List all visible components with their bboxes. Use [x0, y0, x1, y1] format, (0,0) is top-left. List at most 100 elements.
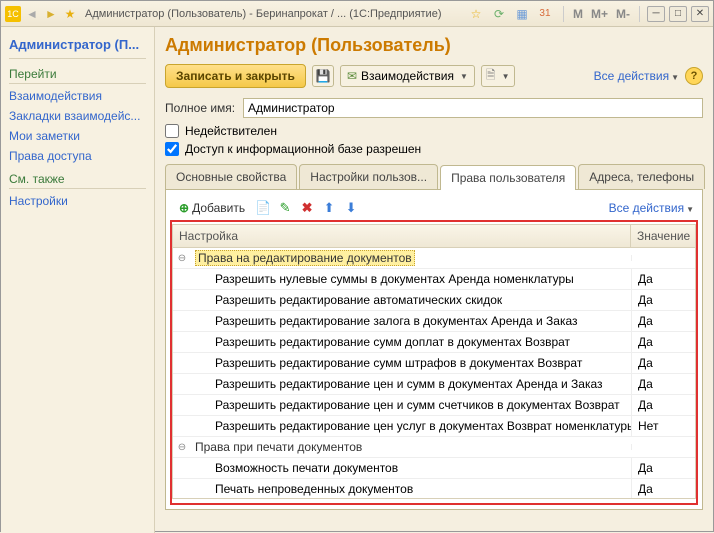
- row-name: Печать непроведенных документов: [211, 479, 631, 498]
- sidebar-link-settings[interactable]: Настройки: [9, 191, 146, 211]
- sidebar-link-access[interactable]: Права доступа: [9, 146, 146, 166]
- fullname-row: Полное имя:: [165, 98, 703, 118]
- sidebar-section-seealso: См. также: [9, 166, 146, 189]
- toggle-icon[interactable]: ⊖: [173, 253, 191, 264]
- row-name: Разрешить редактирование цен и сумм счет…: [211, 395, 631, 415]
- row-value: Да: [631, 374, 695, 394]
- panel-all-actions[interactable]: Все действия▼: [609, 201, 694, 215]
- calendar-icon[interactable]: 31: [537, 6, 553, 22]
- row-value: Нет: [631, 416, 695, 436]
- row-name: Разрешить редактирование цен услуг в док…: [211, 416, 631, 436]
- table-row[interactable]: Разрешить редактирование сумм доплат в д…: [173, 332, 695, 353]
- table-row[interactable]: Разрешить редактирование цен и сумм счет…: [173, 395, 695, 416]
- history-icon[interactable]: ⟳: [491, 6, 507, 22]
- window-title: Администратор (Пользователь) - Беринапро…: [85, 8, 468, 20]
- table-row[interactable]: Возможность печати документовДа: [173, 458, 695, 479]
- calc-icon[interactable]: ▦: [514, 6, 530, 22]
- panel-toolbar: ⊕Добавить 📄 ✎ ✖ ⬆ ⬇ Все действия▼: [172, 196, 696, 224]
- tab-user-settings[interactable]: Настройки пользов...: [299, 164, 438, 189]
- mplus-icon[interactable]: M+: [589, 7, 610, 21]
- sidebar-heading: Администратор (П...: [9, 33, 146, 59]
- tab-user-rights[interactable]: Права пользователя: [440, 165, 576, 190]
- row-value: Да: [631, 311, 695, 331]
- row-name: Разрешить редактирование автоматических …: [211, 290, 631, 310]
- inactive-label: Недействителен: [185, 124, 277, 138]
- move-up-icon[interactable]: ⬆: [320, 199, 338, 217]
- row-name: Разрешить редактирование сумм доплат в д…: [211, 332, 631, 352]
- help-icon[interactable]: ?: [685, 67, 703, 85]
- tab-main-props[interactable]: Основные свойства: [165, 164, 297, 189]
- m-icon[interactable]: M: [571, 7, 585, 21]
- row-name: Разрешить редактирование цен и сумм в до…: [211, 374, 631, 394]
- star-icon[interactable]: ★: [62, 6, 78, 22]
- main-toolbar: Записать и закрыть 💾 ✉ Взаимодействия ▼ …: [165, 64, 703, 88]
- rights-grid: Настройка Значение ⊖Права на редактирова…: [172, 224, 696, 499]
- tab-addresses[interactable]: Адреса, телефоны: [578, 164, 705, 189]
- table-row[interactable]: Разрешить редактирование сумм штрафов в …: [173, 353, 695, 374]
- table-row[interactable]: Разрешить нулевые суммы в документах Аре…: [173, 269, 695, 290]
- edit-icon[interactable]: ✎: [276, 199, 294, 217]
- maximize-button[interactable]: □: [669, 6, 687, 22]
- close-button[interactable]: ✕: [691, 6, 709, 22]
- delete-icon[interactable]: ✖: [298, 199, 316, 217]
- row-name: Разрешить редактирование залога в докуме…: [211, 311, 631, 331]
- fav-icon[interactable]: ☆: [468, 6, 484, 22]
- page-title: Администратор (Пользователь): [165, 35, 703, 56]
- move-down-icon[interactable]: ⬇: [342, 199, 360, 217]
- all-actions-link[interactable]: Все действия▼: [594, 69, 679, 83]
- content-area: Администратор (Пользователь) Записать и …: [155, 27, 713, 533]
- row-value: [631, 255, 695, 261]
- access-row: Доступ к информационной базе разрешен: [165, 142, 703, 156]
- extra-dropdown[interactable]: 🗎▼: [481, 65, 515, 87]
- sidebar-link-bookmarks[interactable]: Закладки взаимодейс...: [9, 106, 146, 126]
- col-name[interactable]: Настройка: [173, 225, 631, 247]
- access-checkbox[interactable]: [165, 142, 179, 156]
- sidebar-link-notes[interactable]: Мои заметки: [9, 126, 146, 146]
- table-row[interactable]: Разрешить редактирование залога в докуме…: [173, 311, 695, 332]
- inactive-row: Недействителен: [165, 124, 703, 138]
- sidebar: Администратор (П... Перейти Взаимодейств…: [1, 27, 155, 533]
- grid-header: Настройка Значение: [173, 225, 695, 248]
- app-icon: 1C: [5, 6, 21, 22]
- row-value: Да: [631, 458, 695, 478]
- access-label: Доступ к информационной базе разрешен: [185, 142, 421, 156]
- table-row[interactable]: Печать непроведенных документовДа: [173, 479, 695, 498]
- grid-body[interactable]: ⊖Права на редактирование документовРазре…: [173, 248, 695, 498]
- mminus-icon[interactable]: M-: [614, 7, 632, 21]
- col-value[interactable]: Значение: [631, 225, 695, 247]
- row-value: Да: [631, 353, 695, 373]
- row-value: [631, 444, 695, 450]
- save-button[interactable]: 💾: [312, 65, 334, 87]
- group-row[interactable]: ⊖Права при печати документов: [173, 437, 695, 458]
- row-value: Да: [631, 269, 695, 289]
- save-close-button[interactable]: Записать и закрыть: [165, 64, 306, 88]
- fullname-input[interactable]: [243, 98, 703, 118]
- row-value: Да: [631, 479, 695, 498]
- fullname-label: Полное имя:: [165, 101, 243, 115]
- row-name: Возможность печати документов: [211, 458, 631, 478]
- sidebar-link-interactions[interactable]: Взаимодействия: [9, 86, 146, 106]
- back-icon[interactable]: ◄: [24, 6, 40, 22]
- forward-icon[interactable]: ►: [43, 6, 59, 22]
- tab-panel-rights: ⊕Добавить 📄 ✎ ✖ ⬆ ⬇ Все действия▼ Настро…: [165, 190, 703, 510]
- row-name: Права на редактирование документов: [191, 248, 631, 268]
- row-name: Разрешить нулевые суммы в документах Аре…: [211, 269, 631, 289]
- sidebar-section-goto: Перейти: [9, 61, 146, 84]
- inactive-checkbox[interactable]: [165, 124, 179, 138]
- row-value: Да: [631, 332, 695, 352]
- row-name: Права при печати документов: [191, 437, 631, 457]
- add-button[interactable]: ⊕Добавить: [174, 198, 250, 218]
- interactions-dropdown[interactable]: ✉ Взаимодействия ▼: [340, 65, 475, 87]
- copy-icon[interactable]: 📄: [254, 199, 272, 217]
- table-row[interactable]: Разрешить редактирование автоматических …: [173, 290, 695, 311]
- row-value: Да: [631, 395, 695, 415]
- row-name: Разрешить редактирование сумм штрафов в …: [211, 353, 631, 373]
- table-row[interactable]: Разрешить редактирование цен и сумм в до…: [173, 374, 695, 395]
- window-titlebar: 1C ◄ ► ★ Администратор (Пользователь) - …: [1, 1, 713, 27]
- toggle-icon[interactable]: ⊖: [173, 442, 191, 453]
- table-row[interactable]: Разрешить редактирование цен услуг в док…: [173, 416, 695, 437]
- minimize-button[interactable]: ─: [647, 6, 665, 22]
- row-value: Да: [631, 290, 695, 310]
- group-row[interactable]: ⊖Права на редактирование документов: [173, 248, 695, 269]
- tabs: Основные свойства Настройки пользов... П…: [165, 164, 703, 190]
